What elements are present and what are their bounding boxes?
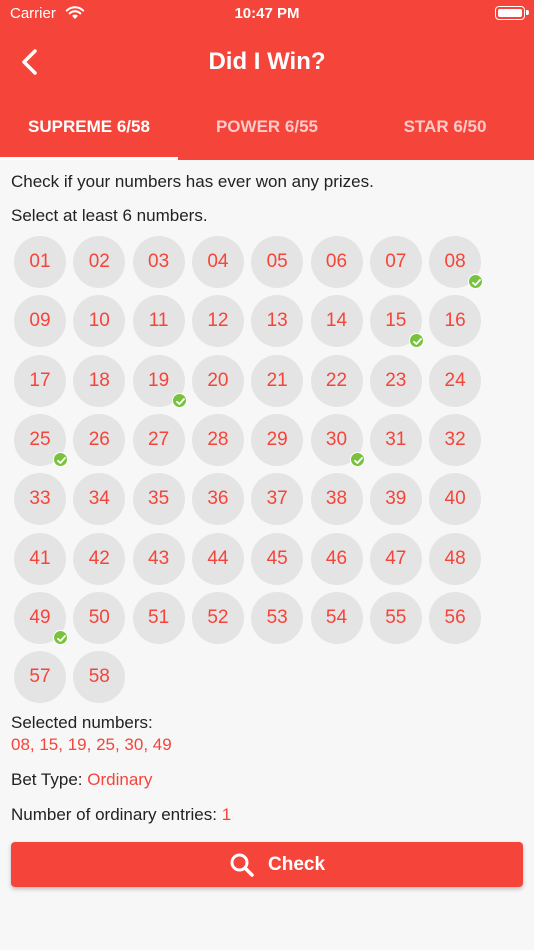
check-button-label: Check: [268, 854, 326, 875]
number-ball-27[interactable]: 27: [132, 413, 185, 466]
bet-type-label: Bet Type:: [11, 770, 83, 789]
number-ball-18[interactable]: 18: [73, 354, 126, 407]
number-ball-44[interactable]: 44: [191, 532, 244, 585]
number-ball-26[interactable]: 26: [73, 413, 126, 466]
number-ball-05[interactable]: 05: [251, 236, 304, 288]
number-ball-51[interactable]: 51: [132, 591, 185, 644]
number-ball-34[interactable]: 34: [73, 473, 126, 526]
number-ball-57[interactable]: 57: [14, 651, 66, 704]
number-ball-53[interactable]: 53: [251, 591, 304, 644]
number-ball-16[interactable]: 16: [429, 295, 482, 348]
number-ball-24[interactable]: 24: [429, 354, 482, 407]
number-ball-13[interactable]: 13: [251, 295, 304, 348]
number-ball-22[interactable]: 22: [310, 354, 363, 407]
number-ball-33[interactable]: 33: [14, 473, 66, 526]
number-ball-03[interactable]: 03: [132, 236, 185, 288]
check-icon: [468, 274, 484, 289]
selected-numbers-value: 08, 15, 19, 25, 30, 49: [11, 735, 172, 754]
number-ball-11[interactable]: 11: [132, 295, 185, 348]
tab-star[interactable]: STAR 6/50: [356, 96, 534, 160]
number-ball-55[interactable]: 55: [369, 591, 422, 644]
nav-bar: Did I Win?: [0, 30, 534, 94]
status-bar: Carrier 10:47 PM: [0, 0, 534, 30]
number-ball-02[interactable]: 02: [73, 236, 126, 288]
app-header: Carrier 10:47 PM Did I Win? SUPREME 6/58…: [0, 0, 534, 160]
number-ball-45[interactable]: 45: [251, 532, 304, 585]
entries-row: Number of ordinary entries: 1: [11, 805, 231, 825]
intro-text: Check if your numbers has ever won any p…: [11, 172, 374, 191]
number-ball-31[interactable]: 31: [369, 413, 422, 466]
back-button[interactable]: [14, 44, 50, 80]
number-ball-17[interactable]: 17: [14, 354, 66, 407]
number-ball-07[interactable]: 07: [369, 236, 422, 288]
battery-icon: [495, 6, 529, 20]
game-tabs: SUPREME 6/58 POWER 6/55 STAR 6/50: [0, 96, 534, 160]
check-icon: [53, 629, 68, 645]
number-ball-41[interactable]: 41: [14, 532, 66, 585]
number-ball-54[interactable]: 54: [310, 591, 363, 644]
number-ball-23[interactable]: 23: [369, 354, 422, 407]
number-ball-42[interactable]: 42: [73, 532, 126, 585]
number-ball-12[interactable]: 12: [191, 295, 244, 348]
number-ball-06[interactable]: 06: [310, 236, 363, 288]
number-ball-50[interactable]: 50: [73, 591, 126, 644]
entries-label: Number of ordinary entries:: [11, 805, 217, 824]
page-title: Did I Win?: [208, 48, 326, 75]
number-ball-47[interactable]: 47: [369, 532, 422, 585]
number-ball-38[interactable]: 38: [310, 473, 363, 526]
number-ball-43[interactable]: 43: [132, 532, 185, 585]
number-ball-48[interactable]: 48: [429, 532, 482, 585]
number-ball-35[interactable]: 35: [132, 473, 185, 526]
check-button[interactable]: Check: [11, 842, 523, 887]
check-icon: [349, 451, 365, 467]
number-ball-21[interactable]: 21: [251, 354, 304, 407]
bet-type-value[interactable]: Ordinary: [87, 770, 152, 789]
tab-supreme[interactable]: SUPREME 6/58: [0, 96, 178, 160]
number-ball-37[interactable]: 37: [251, 473, 304, 526]
check-icon: [171, 392, 187, 408]
select-hint: Select at least 6 numbers.: [11, 206, 208, 225]
number-ball-39[interactable]: 39: [369, 473, 422, 526]
status-time: 10:47 PM: [234, 5, 300, 22]
number-ball-10[interactable]: 10: [73, 295, 126, 348]
number-ball-14[interactable]: 14: [310, 295, 363, 348]
selected-numbers-label: Selected numbers:: [11, 713, 153, 732]
search-icon: [230, 853, 254, 877]
number-ball-58[interactable]: 58: [73, 651, 126, 704]
number-ball-40[interactable]: 40: [429, 473, 482, 526]
number-ball-36[interactable]: 36: [191, 473, 244, 526]
number-ball-52[interactable]: 52: [191, 591, 244, 644]
number-ball-01[interactable]: 01: [14, 236, 66, 288]
number-ball-46[interactable]: 46: [310, 532, 363, 585]
number-ball-04[interactable]: 04: [191, 236, 244, 288]
number-ball-56[interactable]: 56: [429, 591, 482, 644]
check-icon: [408, 333, 424, 349]
number-ball-29[interactable]: 29: [251, 413, 304, 466]
check-icon: [53, 451, 68, 467]
chevron-left-icon: [22, 49, 37, 75]
tab-power[interactable]: POWER 6/55: [178, 96, 356, 160]
bet-type: Bet Type: Ordinary: [11, 770, 152, 790]
number-ball-32[interactable]: 32: [429, 413, 482, 466]
number-ball-09[interactable]: 09: [14, 295, 66, 348]
entries-value: 1: [221, 805, 232, 824]
number-ball-20[interactable]: 20: [191, 354, 244, 407]
number-ball-28[interactable]: 28: [191, 413, 244, 466]
